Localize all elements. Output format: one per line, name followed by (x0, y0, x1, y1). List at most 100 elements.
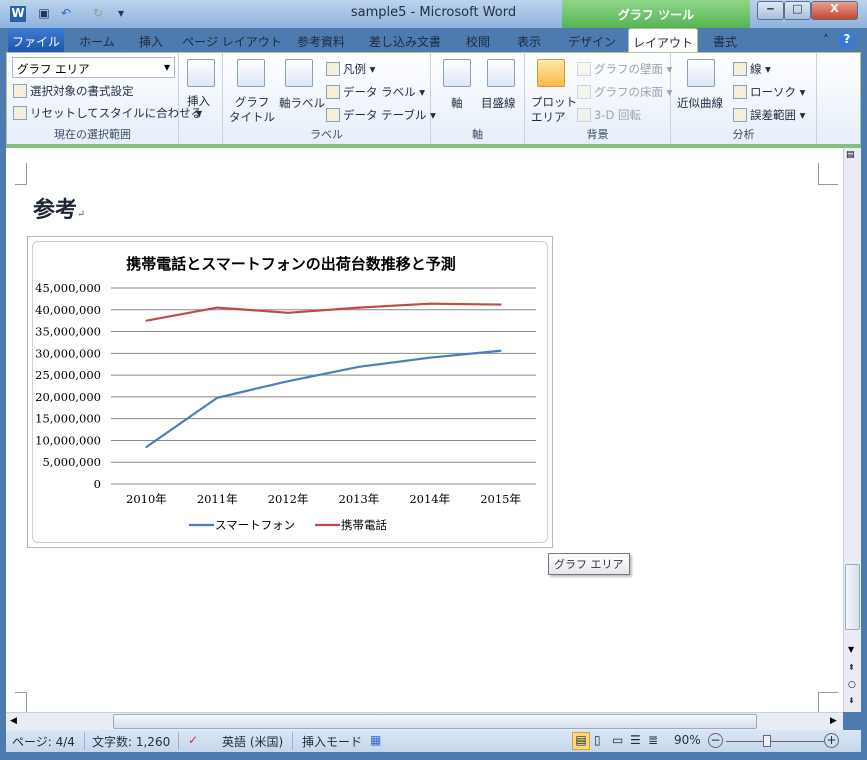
tab-insert[interactable]: 挿入 (130, 28, 172, 52)
gridlines-button[interactable]: 目盛線 (481, 95, 516, 111)
data-labels-button[interactable]: データ ラベル ▾ (326, 84, 425, 100)
data-point[interactable] (287, 380, 290, 383)
group-background: プロット エリア グラフの壁面 ▾ グラフの床面 ▾ 3-D 回転 背景 (525, 53, 672, 144)
chart-floor-button[interactable]: グラフの床面 ▾ (577, 84, 672, 100)
data-point[interactable] (357, 306, 360, 309)
minimize-button[interactable]: ‒ (757, 1, 784, 20)
legend-button[interactable]: 凡例 ▾ (326, 61, 375, 77)
reset-style-button[interactable]: リセットしてスタイルに合わせる (13, 105, 202, 121)
line-chart: 携帯電話とスマートフォンの出荷台数推移と予測 0 5,000,000 10,000,… (35, 255, 536, 532)
horizontal-scroll-thumb[interactable] (113, 714, 757, 729)
previous-page-icon[interactable]: ⇞ (848, 663, 855, 672)
y-tick-label: 15,000,000 (35, 412, 101, 426)
group-insert[interactable]: 挿入 ▼ (179, 53, 223, 144)
data-point[interactable] (499, 303, 502, 306)
help-icon[interactable]: ? (838, 31, 856, 49)
updown-bars-label: ローソク (750, 85, 796, 99)
tab-design[interactable]: デザイン (562, 28, 622, 52)
legend-label[interactable]: 携帯電話 (341, 518, 387, 532)
chart-title-icon (237, 59, 265, 87)
insert-mode[interactable]: 挿入モード (302, 733, 362, 750)
chart-elements-dropdown[interactable]: グラフ エリア ▼ (12, 57, 175, 78)
x-tick-label: 2010年 (126, 492, 167, 506)
format-selection-button[interactable]: 選択対象の書式設定 (13, 83, 134, 99)
chart-title[interactable]: 携帯電話とスマートフォンの出荷台数推移と予測 (126, 255, 456, 273)
lines-button[interactable]: 線 ▾ (733, 61, 771, 77)
data-point[interactable] (287, 311, 290, 314)
data-point[interactable] (428, 302, 431, 305)
series-line[interactable] (146, 302, 501, 322)
group-labels: グラフ タイトル 軸ラベル 凡例 ▾ データ ラベル ▾ データ テーブル ▾ … (223, 53, 436, 144)
data-point[interactable] (216, 396, 219, 399)
plot-area-button[interactable]: プロット エリア (531, 95, 577, 125)
tab-view[interactable]: 表示 (508, 28, 550, 52)
updown-bars-button[interactable]: ローソク ▾ (733, 84, 805, 100)
axis-title-button[interactable]: 軸ラベル (279, 95, 325, 111)
data-point[interactable] (145, 445, 148, 448)
proofing-icon[interactable]: ✓ (188, 733, 198, 747)
web-layout-icon[interactable]: ▭ (612, 733, 623, 747)
outline-icon[interactable]: ☰ (630, 733, 641, 747)
tab-review[interactable]: 校閲 (458, 28, 498, 52)
x-tick-label: 2014年 (409, 492, 450, 506)
axes-button[interactable]: 軸 (451, 95, 463, 111)
data-point[interactable] (145, 319, 148, 322)
trendline-button[interactable]: 近似曲線 (677, 95, 723, 111)
zoom-slider-thumb[interactable] (763, 735, 771, 747)
browse-object-icon[interactable]: ○ (848, 680, 856, 690)
page-count[interactable]: ページ: 4/4 (12, 733, 75, 750)
word-count[interactable]: 文字数: 1,260 (92, 733, 170, 750)
minimize-ribbon-icon[interactable]: ˄ (818, 28, 834, 52)
scroll-down-icon[interactable]: ▼ (848, 645, 854, 654)
tab-home[interactable]: ホーム (72, 28, 122, 52)
close-button[interactable]: X (811, 1, 858, 20)
lines-label: 線 (750, 62, 762, 76)
chart-wall-label: グラフの壁面 (594, 62, 663, 76)
data-table-button[interactable]: データ テーブル ▾ (326, 107, 436, 123)
scroll-left-icon[interactable]: ◀ (10, 716, 17, 726)
error-bars-button[interactable]: 誤差範囲 ▾ (733, 107, 805, 123)
next-page-icon[interactable]: ⇟ (848, 696, 855, 705)
chart-title-button[interactable]: グラフ タイトル (229, 95, 275, 125)
y-tick-label: 45,000,000 (35, 281, 101, 295)
y-tick-label: 35,000,000 (35, 325, 101, 339)
tab-page-layout[interactable]: ページ レイアウト (182, 28, 282, 52)
tab-references[interactable]: 参考資料 (290, 28, 352, 52)
data-point[interactable] (499, 349, 502, 352)
horizontal-scrollbar[interactable]: ◀ ▶ (6, 712, 843, 730)
chart-wall-button[interactable]: グラフの壁面 ▾ (577, 61, 672, 77)
vertical-scroll-thumb[interactable] (845, 564, 860, 630)
chart-area[interactable]: 携帯電話とスマートフォンの出荷台数推移と予測 0 5,000,000 10,000,… (27, 236, 553, 548)
data-point[interactable] (428, 356, 431, 359)
series-line[interactable] (145, 349, 501, 448)
margin-mark (15, 692, 27, 712)
zoom-in-button[interactable]: + (824, 733, 839, 748)
zoom-level[interactable]: 90% (674, 733, 701, 747)
draft-icon[interactable]: ≣ (648, 733, 658, 747)
maximize-button[interactable]: □ (784, 1, 811, 20)
zoom-slider[interactable] (726, 741, 824, 742)
trendline-icon (687, 59, 715, 87)
data-point[interactable] (357, 365, 360, 368)
tab-format[interactable]: 書式 (704, 28, 746, 52)
plot-area-icon (537, 59, 565, 87)
full-screen-reading-icon[interactable]: ▯ (594, 733, 601, 747)
legend-label[interactable]: スマートフォン (215, 518, 295, 532)
error-bars-icon (733, 108, 747, 122)
data-point[interactable] (216, 306, 219, 309)
vertical-scrollbar[interactable]: ▤ ▼ ⇞ ○ ⇟ (843, 148, 861, 712)
language[interactable]: 英語 (米国) (222, 733, 283, 750)
scroll-right-icon[interactable]: ▶ (830, 716, 837, 726)
data-labels-label: データ ラベル (343, 85, 416, 99)
group-analysis: 近似曲線 線 ▾ ローソク ▾ 誤差範囲 ▾ 分析 (671, 53, 817, 144)
tab-layout[interactable]: レイアウト (628, 28, 698, 52)
macro-recording-icon[interactable]: ▦ (370, 733, 381, 747)
print-layout-icon[interactable]: ▤ (572, 732, 590, 750)
tab-file[interactable]: ファイル (8, 28, 64, 52)
y-tick-label: 5,000,000 (42, 455, 101, 469)
zoom-out-button[interactable]: − (708, 733, 723, 748)
3d-rotation-button[interactable]: 3-D 回転 (577, 107, 641, 123)
tab-mailings[interactable]: 差し込み文書 (362, 28, 448, 52)
ribbon-tabs: ファイル ホーム 挿入 ページ レイアウト 参考資料 差し込み文書 校閲 表示 … (6, 28, 861, 52)
ruler-toggle-icon[interactable]: ▤ (846, 150, 855, 160)
